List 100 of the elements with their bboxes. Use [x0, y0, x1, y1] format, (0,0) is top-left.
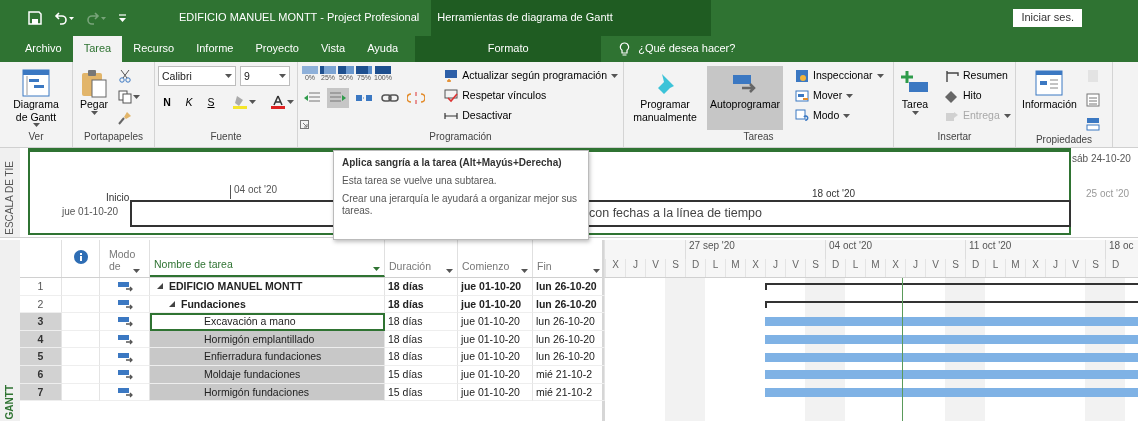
ribbon-button[interactable]: Mover	[793, 86, 890, 105]
start-date: jue 01-10-20	[62, 206, 119, 218]
ribbon-button[interactable]: Pegar	[76, 66, 112, 130]
caret-icon	[249, 100, 256, 104]
auto-schedule-icon	[116, 385, 133, 398]
ribbon-tab[interactable]: Proyecto	[244, 36, 310, 62]
task-name-cell[interactable]: EDIFICIO MANUEL MONTT	[150, 278, 385, 296]
caret-icon	[287, 100, 294, 104]
task-name: Hormigón fundaciones	[204, 385, 310, 399]
brush-icon	[118, 111, 132, 125]
ribbon-button[interactable]: Respetar vínculos	[442, 86, 620, 105]
day-label: M	[725, 259, 745, 277]
group-label: Portapapeles	[83, 131, 144, 144]
clipboard-icon	[79, 68, 109, 98]
date-tick-label: 18 oct '20	[812, 188, 856, 200]
style-button[interactable]: K	[180, 92, 198, 112]
table-cell: jue 01-10-20	[458, 278, 533, 296]
highlighter-icon	[232, 95, 248, 109]
table-cell: 18 días	[385, 278, 458, 296]
caret-icon	[373, 267, 380, 271]
move-icon	[795, 88, 809, 103]
caret-icon	[446, 269, 453, 273]
day-label: X	[1025, 259, 1045, 277]
ribbon-button[interactable]: Programar manualmente	[627, 66, 703, 130]
ribbon-button[interactable]: Tarea	[897, 66, 933, 130]
ribbon-tab[interactable]: Recurso	[122, 36, 186, 62]
style-button[interactable]: N	[158, 92, 176, 112]
ribbon-tab[interactable]: Tarea	[72, 36, 123, 62]
group-label: Programación	[428, 131, 493, 144]
group-label: Ver	[27, 131, 45, 144]
task-name: Excavación a mano	[204, 315, 296, 328]
dialog-launcher-icon[interactable]	[300, 120, 309, 129]
table-cell: 18 días	[385, 348, 458, 366]
task-name-cell[interactable]: Enfierradura fundaciones	[150, 348, 385, 366]
day-label: J	[625, 259, 645, 277]
size-select[interactable]: 9	[240, 66, 290, 86]
day-label: J	[1045, 259, 1065, 277]
collapse-triangle-icon[interactable]	[156, 282, 164, 291]
ribbon-button[interactable]: Desactivar	[442, 106, 620, 125]
ribbon-button[interactable]: Inspeccionar	[793, 66, 890, 85]
task-name-cell[interactable]: Fundaciones	[150, 295, 385, 314]
column-header[interactable]: Modo de	[100, 240, 150, 277]
group-label: Fuente	[209, 131, 243, 144]
ribbon-button[interactable]: Información	[1019, 66, 1080, 130]
caret-icon	[521, 269, 528, 273]
save-icon[interactable]	[28, 11, 42, 25]
date-tick-label: 25 oct '20	[1086, 188, 1130, 200]
table-cell: jue 01-10-20	[458, 348, 533, 366]
day-label: S	[805, 259, 825, 277]
view-label: GANTT	[4, 383, 16, 421]
ribbon-button[interactable]: Modo	[793, 106, 890, 125]
inspect-icon	[795, 68, 809, 83]
caret-icon	[133, 95, 140, 99]
date-tick-label: 04 oct '20	[234, 184, 278, 196]
day-label: V	[785, 259, 805, 277]
auto-schedule-icon	[116, 315, 133, 328]
task-name-cell[interactable]: Excavación a mano	[150, 313, 385, 331]
row-number: 5	[20, 348, 62, 366]
day-label: D	[825, 259, 845, 277]
day-label: S	[1085, 259, 1105, 277]
day-label: L	[705, 259, 725, 277]
progress-bar-icon	[374, 66, 391, 74]
table-cell: 18 días	[385, 313, 458, 331]
info-icon	[73, 249, 88, 264]
progress-bar-icon	[320, 66, 336, 74]
collapse-triangle-icon[interactable]	[168, 299, 176, 308]
day-label: L	[845, 259, 865, 277]
ribbon-button[interactable]: Hito	[943, 86, 1013, 105]
ribbon-tab[interactable]: Formato	[415, 36, 602, 62]
group-label: Propiedades	[1034, 134, 1094, 147]
ribbon-button[interactable]: Actualizar según programación	[442, 66, 620, 85]
side-label: ESCALA DE TIE	[4, 160, 16, 237]
timeline-hint: con fechas a la línea de tiempo	[589, 206, 763, 221]
table-cell: jue 01-10-20	[458, 365, 533, 384]
diamond-flag-icon	[945, 88, 959, 103]
ribbon-tab[interactable]: Informe	[185, 36, 245, 62]
ribbon-button[interactable]: Diagrama de Gantt	[3, 66, 69, 130]
caret-icon	[1003, 113, 1011, 118]
task-name: Moldaje fundaciones	[204, 367, 301, 381]
search-field[interactable]: ¿Qué desea hacer?	[636, 41, 787, 57]
ribbon-tab[interactable]: Vista	[309, 36, 357, 62]
font-select[interactable]: Calibri	[158, 66, 236, 86]
table-cell: 18 días	[385, 295, 458, 314]
sign-in-button[interactable]: Iniciar ses.	[1013, 9, 1082, 27]
progress-bar-icon	[338, 66, 354, 74]
scissors-icon	[118, 69, 132, 83]
caret-icon	[593, 269, 600, 273]
style-button[interactable]: S	[202, 92, 220, 112]
window-title: EDIFICIO MANUEL MONTT - Project Profesional	[179, 11, 420, 25]
ribbon-tab[interactable]: Archivo	[14, 36, 73, 62]
ribbon-button[interactable]: Autoprogramar	[707, 66, 783, 130]
ribbon-button[interactable]: Resumen	[943, 66, 1013, 85]
customize-icon[interactable]	[118, 13, 127, 23]
row-number: 1	[20, 278, 62, 296]
auto-schedule-icon	[116, 297, 133, 310]
day-label: X	[885, 259, 905, 277]
caret-icon	[611, 73, 618, 78]
undo-icon[interactable]	[54, 11, 74, 25]
ribbon-tab[interactable]: Ayuda	[356, 36, 410, 62]
day-label: D	[965, 259, 985, 277]
